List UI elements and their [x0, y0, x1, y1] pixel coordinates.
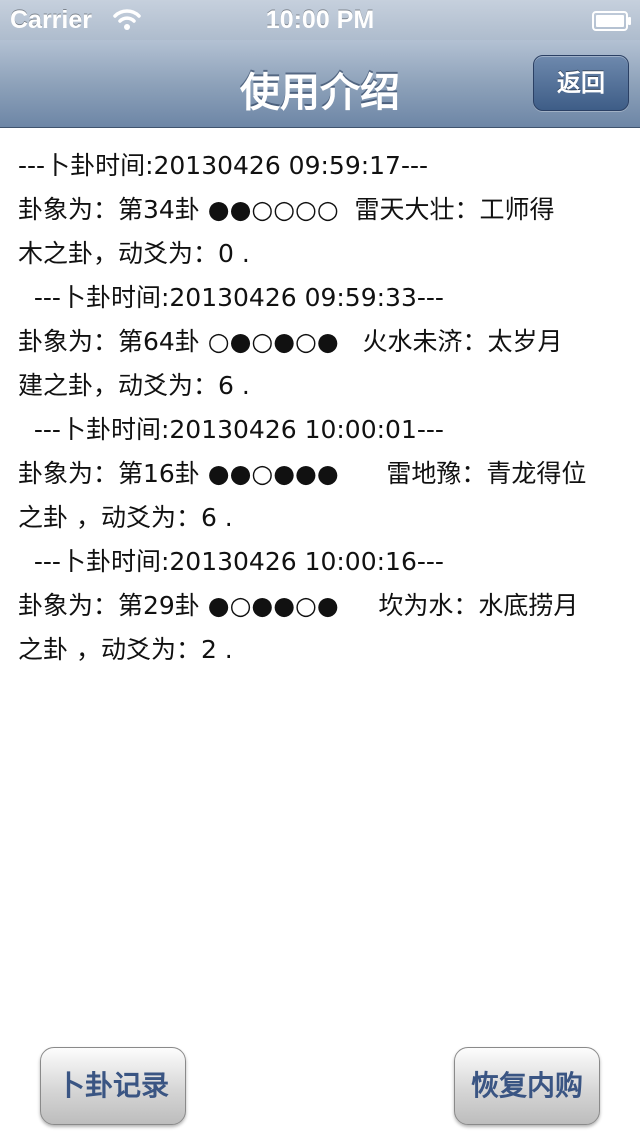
- record-timestamp: ---卜卦时间:20130426 09:59:17---: [18, 151, 429, 180]
- back-button[interactable]: 返回: [533, 55, 629, 111]
- record-hexagram: 卦象为：第16卦 ●●○●●● 雷地豫：青龙得位: [18, 459, 587, 488]
- status-time: 10:00 PM: [265, 6, 375, 34]
- record-moving-line: 建之卦，动爻为：6 .: [18, 371, 250, 400]
- navigation-bar: 使用介绍 返回: [0, 40, 640, 128]
- status-bar: Carrier 10:00 PM: [0, 0, 640, 40]
- record-timestamp: ---卜卦时间:20130426 10:00:01---: [18, 415, 444, 444]
- record-entry: ---卜卦时间:20130426 09:59:33--- 卦象为：第64卦 ○●…: [18, 276, 628, 408]
- restore-purchases-button[interactable]: 恢复内购: [454, 1047, 600, 1125]
- battery-icon: [592, 9, 632, 31]
- record-entry: ---卜卦时间:20130426 10:00:16--- 卦象为：第29卦 ●○…: [18, 540, 628, 672]
- divination-record-list: ---卜卦时间:20130426 09:59:17--- 卦象为：第34卦 ●●…: [18, 144, 628, 672]
- divination-records-button[interactable]: 卜卦记录: [40, 1047, 186, 1125]
- record-timestamp: ---卜卦时间:20130426 09:59:33---: [18, 283, 444, 312]
- record-moving-line: 木之卦，动爻为：0 .: [18, 239, 250, 268]
- record-entry: ---卜卦时间:20130426 10:00:01--- 卦象为：第16卦 ●●…: [18, 408, 628, 540]
- record-hexagram: 卦象为：第34卦 ●●○○○○ 雷天大壮：工师得: [18, 195, 555, 224]
- record-moving-line: 之卦 ，动爻为：6 .: [18, 503, 233, 532]
- record-hexagram: 卦象为：第64卦 ○●○●○● 火水未济：太岁月: [18, 327, 563, 356]
- record-hexagram: 卦象为：第29卦 ●○●●○● 坎为水：水底捞月: [18, 591, 579, 620]
- record-timestamp: ---卜卦时间:20130426 10:00:16---: [18, 547, 444, 576]
- record-entry: ---卜卦时间:20130426 09:59:17--- 卦象为：第34卦 ●●…: [18, 144, 628, 276]
- record-moving-line: 之卦 ，动爻为：2 .: [18, 635, 233, 664]
